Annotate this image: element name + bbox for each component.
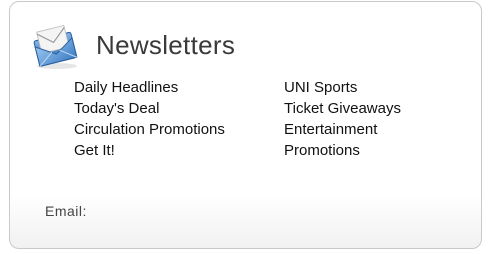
newsletter-item-entertainment[interactable]: Entertainment bbox=[284, 119, 401, 140]
newsletter-item-uni-sports[interactable]: UNI Sports bbox=[284, 77, 401, 98]
email-field[interactable] bbox=[110, 198, 478, 222]
envelope-icon bbox=[31, 22, 81, 70]
newsletter-item-promotions[interactable]: Promotions bbox=[284, 140, 401, 161]
newsletter-item-ticket-giveaways[interactable]: Ticket Giveaways bbox=[284, 98, 401, 119]
email-label: Email: bbox=[45, 203, 87, 219]
page-title: Newsletters bbox=[96, 30, 236, 60]
newsletter-item-get-it[interactable]: Get It! bbox=[74, 140, 225, 161]
newsletter-item-daily-headlines[interactable]: Daily Headlines bbox=[74, 77, 225, 98]
newsletter-list-right: UNI Sports Ticket Giveaways Entertainmen… bbox=[284, 77, 401, 161]
newsletter-list-left: Daily Headlines Today's Deal Circulation… bbox=[74, 77, 225, 161]
newsletter-item-circulation-promotions[interactable]: Circulation Promotions bbox=[74, 119, 225, 140]
newsletter-panel: Newsletters Daily Headlines Today's Deal… bbox=[9, 1, 482, 249]
newsletter-item-todays-deal[interactable]: Today's Deal bbox=[74, 98, 225, 119]
